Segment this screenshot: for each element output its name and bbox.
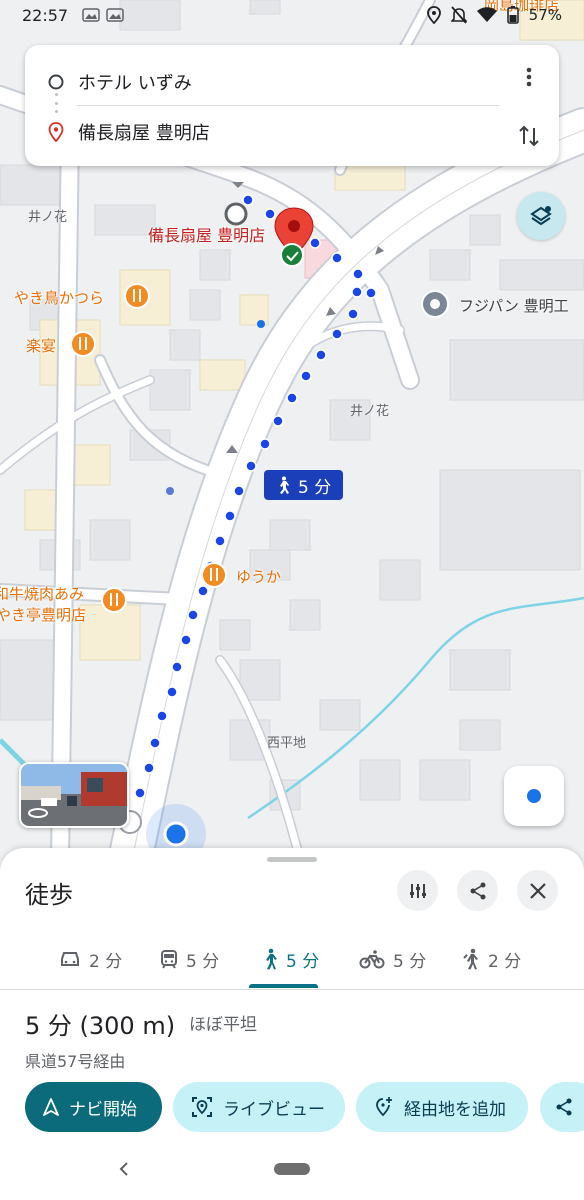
status-bar: 22:57 57%: [0, 0, 584, 30]
battery-percent: 57%: [528, 6, 562, 24]
tab-drive[interactable]: 2 分: [59, 928, 122, 990]
directions-sheet: 徒歩 2 分 5 分 5 分 5 分 2 分 5 分 (300 m) ほぼ平坦 …: [0, 848, 584, 1200]
tab-bike-label: 5 分: [393, 951, 427, 972]
swap-route-button[interactable]: [514, 121, 544, 151]
live-view-label: ライブビュー: [223, 1099, 325, 1120]
origin-circle-icon: [48, 74, 64, 90]
sheet-title: 徒歩: [25, 881, 73, 909]
tune-icon: [409, 883, 426, 898]
status-time: 22:57: [22, 5, 69, 25]
walk-icon: [280, 476, 289, 494]
battery-icon: [506, 6, 519, 24]
walk-time-label: 5 分: [298, 477, 332, 498]
navigation-arrow-icon: [43, 1098, 59, 1116]
tab-drive-label: 2 分: [89, 951, 123, 972]
tab-ride-label: 2 分: [488, 951, 522, 972]
more-vert-icon: [526, 67, 532, 87]
gallery-notification-icon-2: [106, 8, 124, 22]
destination-field[interactable]: 備長扇屋 豊明店: [78, 119, 210, 145]
close-icon: [529, 882, 546, 899]
transit-icon: [161, 950, 177, 969]
destination-pin-icon: [48, 122, 64, 142]
route-elevation-note: ほぼ平坦: [189, 1015, 257, 1035]
poi-label-yakiniku-line1[interactable]: 和牛焼肉あみ: [0, 583, 84, 604]
add-location-icon: [376, 1097, 392, 1117]
wifi-icon: [476, 7, 497, 22]
poi-label-fujipan[interactable]: フジパン 豊明工: [459, 295, 569, 316]
active-tab-indicator: [249, 984, 318, 988]
bike-icon: [359, 950, 385, 969]
poi-label-yuka[interactable]: ゆうか: [236, 566, 281, 587]
more-options-button[interactable]: [515, 63, 543, 91]
street-view-360-icon: [28, 808, 48, 818]
area-label-nishihirachi: 西平地: [267, 736, 307, 751]
start-navigation-label: ナビ開始: [69, 1099, 137, 1120]
gallery-notification-icon: [82, 8, 100, 22]
mute-icon: [450, 6, 467, 24]
destination-row[interactable]: 備長扇屋 豊明店: [25, 107, 559, 157]
route-via: 県道57号経由: [25, 1052, 126, 1071]
tab-transit[interactable]: 5 分: [160, 928, 219, 990]
start-navigation-button[interactable]: ナビ開始: [25, 1082, 162, 1132]
poi-label-yakiniku-line2[interactable]: やき亭豊明店: [0, 604, 86, 625]
sheet-drag-handle[interactable]: [267, 857, 317, 862]
layers-button[interactable]: [517, 192, 565, 240]
live-view-icon: [192, 1097, 212, 1117]
system-home-pill[interactable]: [274, 1163, 310, 1175]
swap-vertical-icon: [519, 125, 539, 147]
tab-bike[interactable]: 5 分: [359, 928, 426, 990]
tab-walk-label: 5 分: [286, 951, 320, 972]
status-icons: 57%: [426, 6, 562, 24]
system-back-button[interactable]: [118, 1158, 130, 1182]
origin-field[interactable]: ホテル いずみ: [78, 69, 192, 95]
live-view-button[interactable]: ライブビュー: [173, 1082, 345, 1132]
share-icon: [470, 882, 485, 899]
street-view-thumbnail[interactable]: [19, 762, 129, 828]
back-chevron-icon: [119, 1162, 128, 1176]
tab-transit-label: 5 分: [186, 951, 220, 972]
route-card: ホテル いずみ 備長扇屋 豊明店: [25, 45, 559, 166]
route-divider: [77, 105, 499, 106]
walk-icon: [266, 948, 277, 970]
origin-row[interactable]: ホテル いずみ: [25, 57, 559, 107]
route-options-button[interactable]: [397, 870, 438, 911]
destination-map-label[interactable]: 備長扇屋 豊明店: [148, 222, 265, 246]
layers-icon: [530, 206, 552, 226]
share-icon: [556, 1098, 572, 1116]
poi-label-yakitori[interactable]: やき鳥かつら: [14, 287, 104, 308]
walk-time-bubble[interactable]: 5 分: [264, 470, 344, 500]
add-stop-button[interactable]: 経由地を追加: [356, 1082, 528, 1132]
share-chip-button[interactable]: [540, 1082, 584, 1132]
area-label-inohana-right: 井ノ花: [350, 404, 390, 419]
close-directions-button[interactable]: [517, 870, 558, 911]
tab-walk[interactable]: 5 分: [262, 928, 319, 990]
add-stop-label: 経由地を追加: [404, 1099, 506, 1120]
area-label-inohana: 井ノ花: [28, 210, 68, 225]
route-summary: 5 分 (300 m): [25, 1012, 176, 1040]
location-icon: [426, 6, 441, 24]
ride-icon: [463, 948, 478, 970]
car-icon: [61, 952, 79, 966]
tab-ride[interactable]: 2 分: [462, 928, 521, 990]
notification-icons: [82, 7, 124, 23]
poi-label-rakuen[interactable]: 楽宴: [26, 335, 56, 356]
my-location-icon: [527, 789, 541, 803]
share-route-button[interactable]: [457, 870, 498, 911]
my-location-button[interactable]: [504, 766, 564, 826]
travel-mode-tabs: 2 分 5 分 5 分 5 分 2 分: [0, 928, 584, 990]
